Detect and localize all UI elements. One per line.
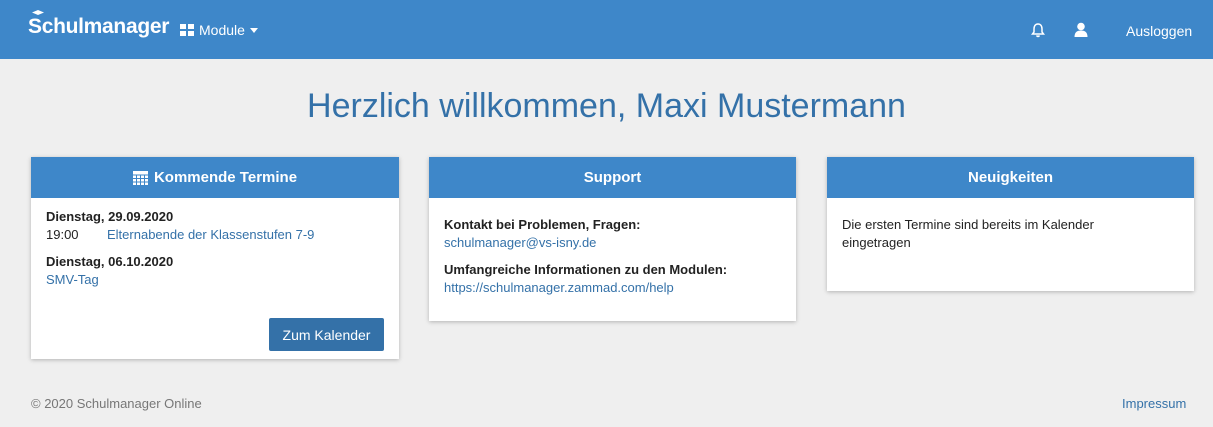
news-card: Neuigkeiten Die ersten Termine sind bere… xyxy=(827,157,1194,291)
upcoming-events-header: Kommende Termine xyxy=(31,157,399,198)
event-link[interactable]: Elternabende der Klassenstufen 7-9 xyxy=(107,226,314,244)
upcoming-events-card: Kommende Termine Dienstag, 29.09.2020 19… xyxy=(31,157,399,359)
news-header: Neuigkeiten xyxy=(827,157,1194,198)
support-title: Support xyxy=(583,169,642,186)
news-text: Die ersten Termine sind bereits im Kalen… xyxy=(842,217,1094,250)
event-row: 19:00 Elternabende der Klassenstufen 7-9 xyxy=(46,226,384,244)
grid-icon xyxy=(180,24,194,36)
brand-logo[interactable]: Schulmanager xyxy=(28,15,169,39)
support-help-link[interactable]: https://schulmanager.zammad.com/help xyxy=(444,279,781,297)
bell-icon[interactable] xyxy=(1031,23,1045,38)
event-date: Dienstag, 29.09.2020 xyxy=(46,209,174,224)
event-row: SMV-Tag xyxy=(46,271,384,289)
event-time: 19:00 xyxy=(46,227,79,242)
user-icon[interactable] xyxy=(1074,22,1088,37)
logout-link[interactable]: Ausloggen xyxy=(1126,23,1192,39)
top-navbar: Schulmanager Module Ausloggen xyxy=(0,0,1213,59)
support-contact-label: Kontakt bei Problemen, Fragen: xyxy=(444,217,641,232)
upcoming-events-body: Dienstag, 29.09.2020 19:00 Elternabende … xyxy=(31,198,399,299)
support-email-link[interactable]: schulmanager@vs-isny.de xyxy=(444,234,781,252)
news-title: Neuigkeiten xyxy=(967,169,1054,186)
event-date: Dienstag, 06.10.2020 xyxy=(46,254,174,269)
caret-down-icon xyxy=(249,27,258,33)
impressum-link[interactable]: Impressum xyxy=(1122,396,1186,411)
module-menu-toggle[interactable]: Module xyxy=(180,22,258,38)
calendar-button[interactable]: Zum Kalender xyxy=(269,318,384,351)
support-body: Kontakt bei Problemen, Fragen: schulmana… xyxy=(429,198,796,307)
welcome-heading: Herzlich willkommen, Maxi Mustermann xyxy=(307,87,906,125)
calendar-icon xyxy=(132,170,148,185)
upcoming-events-title: Kommende Termine xyxy=(153,169,298,186)
footer-copyright: © 2020 Schulmanager Online xyxy=(31,396,202,411)
support-card: Support Kontakt bei Problemen, Fragen: s… xyxy=(429,157,796,321)
news-body: Die ersten Termine sind bereits im Kalen… xyxy=(827,198,1194,262)
event-link[interactable]: SMV-Tag xyxy=(46,271,99,289)
support-header: Support xyxy=(429,157,796,198)
support-info-label: Umfangreiche Informationen zu den Module… xyxy=(444,262,728,277)
module-menu-label: Module xyxy=(199,22,245,38)
